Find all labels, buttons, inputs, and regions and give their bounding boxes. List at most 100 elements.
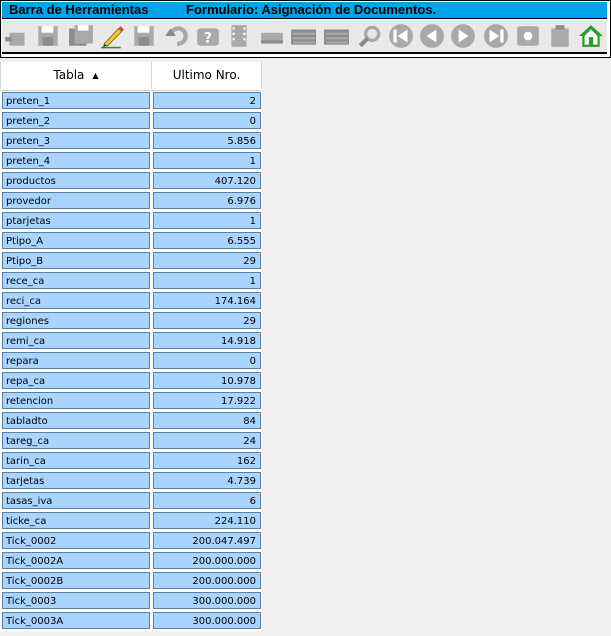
help-button[interactable]: ?	[193, 22, 223, 50]
table-row[interactable]: productos 407.120	[0, 171, 262, 191]
tabla-cell[interactable]: reci_ca	[2, 292, 150, 309]
table-row[interactable]: ptarjetas 1	[0, 211, 262, 231]
tabla-cell[interactable]: repa_ca	[2, 372, 150, 389]
search-button[interactable]	[355, 22, 385, 50]
tabla-cell[interactable]: rece_ca	[2, 272, 150, 289]
tabla-cell[interactable]: retencion	[2, 392, 150, 409]
tabla-cell[interactable]: preten_2	[2, 112, 150, 129]
table-row[interactable]: Tick_0003A 300.000.000	[0, 611, 262, 631]
ultimo-nro-cell[interactable]: 29	[153, 312, 261, 329]
tabla-cell[interactable]: Tick_0002A	[2, 552, 150, 569]
ultimo-nro-cell[interactable]: 162	[153, 452, 261, 469]
tabla-cell[interactable]: Tick_0003A	[2, 612, 150, 629]
ultimo-nro-cell[interactable]: 224.110	[153, 512, 261, 529]
ultimo-nro-cell[interactable]: 200.047.497	[153, 532, 261, 549]
ultimo-nro-cell[interactable]: 24	[153, 432, 261, 449]
save-all-disk-button[interactable]	[66, 22, 96, 50]
building-button[interactable]	[545, 22, 575, 50]
previous-record-button[interactable]	[417, 22, 447, 50]
tabla-cell[interactable]: regiones	[2, 312, 150, 329]
tabla-cell[interactable]: Tick_0003	[2, 592, 150, 609]
ultimo-nro-cell[interactable]: 1	[153, 212, 261, 229]
ultimo-nro-cell[interactable]: 6.976	[153, 192, 261, 209]
table-row[interactable]: tarjetas 4.739	[0, 471, 262, 491]
ultimo-nro-cell[interactable]: 10.978	[153, 372, 261, 389]
ultimo-nro-cell[interactable]: 14.918	[153, 332, 261, 349]
tabla-cell[interactable]: Tick_0002B	[2, 572, 150, 589]
ultimo-nro-cell[interactable]: 300.000.000	[153, 592, 261, 609]
table-row[interactable]: tasas_iva 6	[0, 491, 262, 511]
tabla-cell[interactable]: preten_4	[2, 152, 150, 169]
ultimo-nro-cell[interactable]: 0	[153, 352, 261, 369]
ultimo-nro-cell[interactable]: 300.000.000	[153, 612, 261, 629]
tabla-cell[interactable]: tabladto	[2, 412, 150, 429]
table-row[interactable]: remi_ca 14.918	[0, 331, 262, 351]
config-button[interactable]	[513, 22, 543, 50]
next-record-button[interactable]	[448, 22, 478, 50]
table-row[interactable]: Tick_0002 200.047.497	[0, 531, 262, 551]
undo-button[interactable]	[162, 22, 192, 50]
column-header-tabla[interactable]: Tabla ▲	[0, 62, 152, 89]
tabla-cell[interactable]: tarin_ca	[2, 452, 150, 469]
ultimo-nro-cell[interactable]: 4.739	[153, 472, 261, 489]
ultimo-nro-cell[interactable]: 200.000.000	[153, 552, 261, 569]
table-row[interactable]: preten_3 5.856	[0, 131, 262, 151]
tabla-cell[interactable]: ptarjetas	[2, 212, 150, 229]
last-record-button[interactable]	[481, 22, 511, 50]
table-row[interactable]: regiones 29	[0, 311, 262, 331]
table-row[interactable]: Tick_0003 300.000.000	[0, 591, 262, 611]
tabla-cell[interactable]: tareg_ca	[2, 432, 150, 449]
tabla-cell[interactable]: ticke_ca	[2, 512, 150, 529]
new-doc-button[interactable]	[2, 22, 32, 50]
table-row[interactable]: reci_ca 174.164	[0, 291, 262, 311]
film-button[interactable]	[224, 22, 254, 50]
tabla-cell[interactable]: Tick_0002	[2, 532, 150, 549]
table-row[interactable]: preten_1 2	[0, 91, 262, 111]
save-disk-button[interactable]	[33, 22, 63, 50]
table-row[interactable]: retencion 17.922	[0, 391, 262, 411]
column-header-ultimo-nro[interactable]: Ultimo Nro.	[152, 62, 262, 89]
table-row[interactable]: Tick_0002A 200.000.000	[0, 551, 262, 571]
tabla-cell[interactable]: Ptipo_A	[2, 232, 150, 249]
tabla-cell[interactable]: tarjetas	[2, 472, 150, 489]
table-row[interactable]: ticke_ca 224.110	[0, 511, 262, 531]
ultimo-nro-cell[interactable]: 17.922	[153, 392, 261, 409]
ultimo-nro-cell[interactable]: 174.164	[153, 292, 261, 309]
ultimo-nro-cell[interactable]: 2	[153, 92, 261, 109]
ultimo-nro-cell[interactable]: 84	[153, 412, 261, 429]
table-row[interactable]: preten_2 0	[0, 111, 262, 131]
tabla-cell[interactable]: preten_3	[2, 132, 150, 149]
ultimo-nro-cell[interactable]: 200.000.000	[153, 572, 261, 589]
ultimo-nro-cell[interactable]: 1	[153, 272, 261, 289]
table-row[interactable]: repara 0	[0, 351, 262, 371]
edit-pencil-button[interactable]	[97, 22, 127, 50]
tabla-cell[interactable]: provedor	[2, 192, 150, 209]
tray-button[interactable]	[257, 22, 287, 50]
table-row[interactable]: tareg_ca 24	[0, 431, 262, 451]
tabla-cell[interactable]: productos	[2, 172, 150, 189]
ultimo-nro-cell[interactable]: 6.555	[153, 232, 261, 249]
home-button[interactable]	[576, 22, 606, 50]
table-row[interactable]: rece_ca 1	[0, 271, 262, 291]
table-row[interactable]: tabladto 84	[0, 411, 262, 431]
save-disk-button[interactable]	[129, 22, 159, 50]
table-row[interactable]: Ptipo_B 29	[0, 251, 262, 271]
list-button[interactable]	[288, 22, 318, 50]
ultimo-nro-cell[interactable]: 29	[153, 252, 261, 269]
ultimo-nro-cell[interactable]: 6	[153, 492, 261, 509]
tabla-cell[interactable]: Ptipo_B	[2, 252, 150, 269]
table-row[interactable]: repa_ca 10.978	[0, 371, 262, 391]
table-row[interactable]: Tick_0002B 200.000.000	[0, 571, 262, 591]
ultimo-nro-cell[interactable]: 407.120	[153, 172, 261, 189]
ultimo-nro-cell[interactable]: 1	[153, 152, 261, 169]
tabla-cell[interactable]: remi_ca	[2, 332, 150, 349]
tabla-cell[interactable]: preten_1	[2, 92, 150, 109]
table-row[interactable]: tarin_ca 162	[0, 451, 262, 471]
ultimo-nro-cell[interactable]: 0	[153, 112, 261, 129]
first-record-button[interactable]	[386, 22, 416, 50]
tabla-cell[interactable]: tasas_iva	[2, 492, 150, 509]
table-row[interactable]: preten_4 1	[0, 151, 262, 171]
list-button[interactable]	[321, 22, 351, 50]
ultimo-nro-cell[interactable]: 5.856	[153, 132, 261, 149]
tabla-cell[interactable]: repara	[2, 352, 150, 369]
